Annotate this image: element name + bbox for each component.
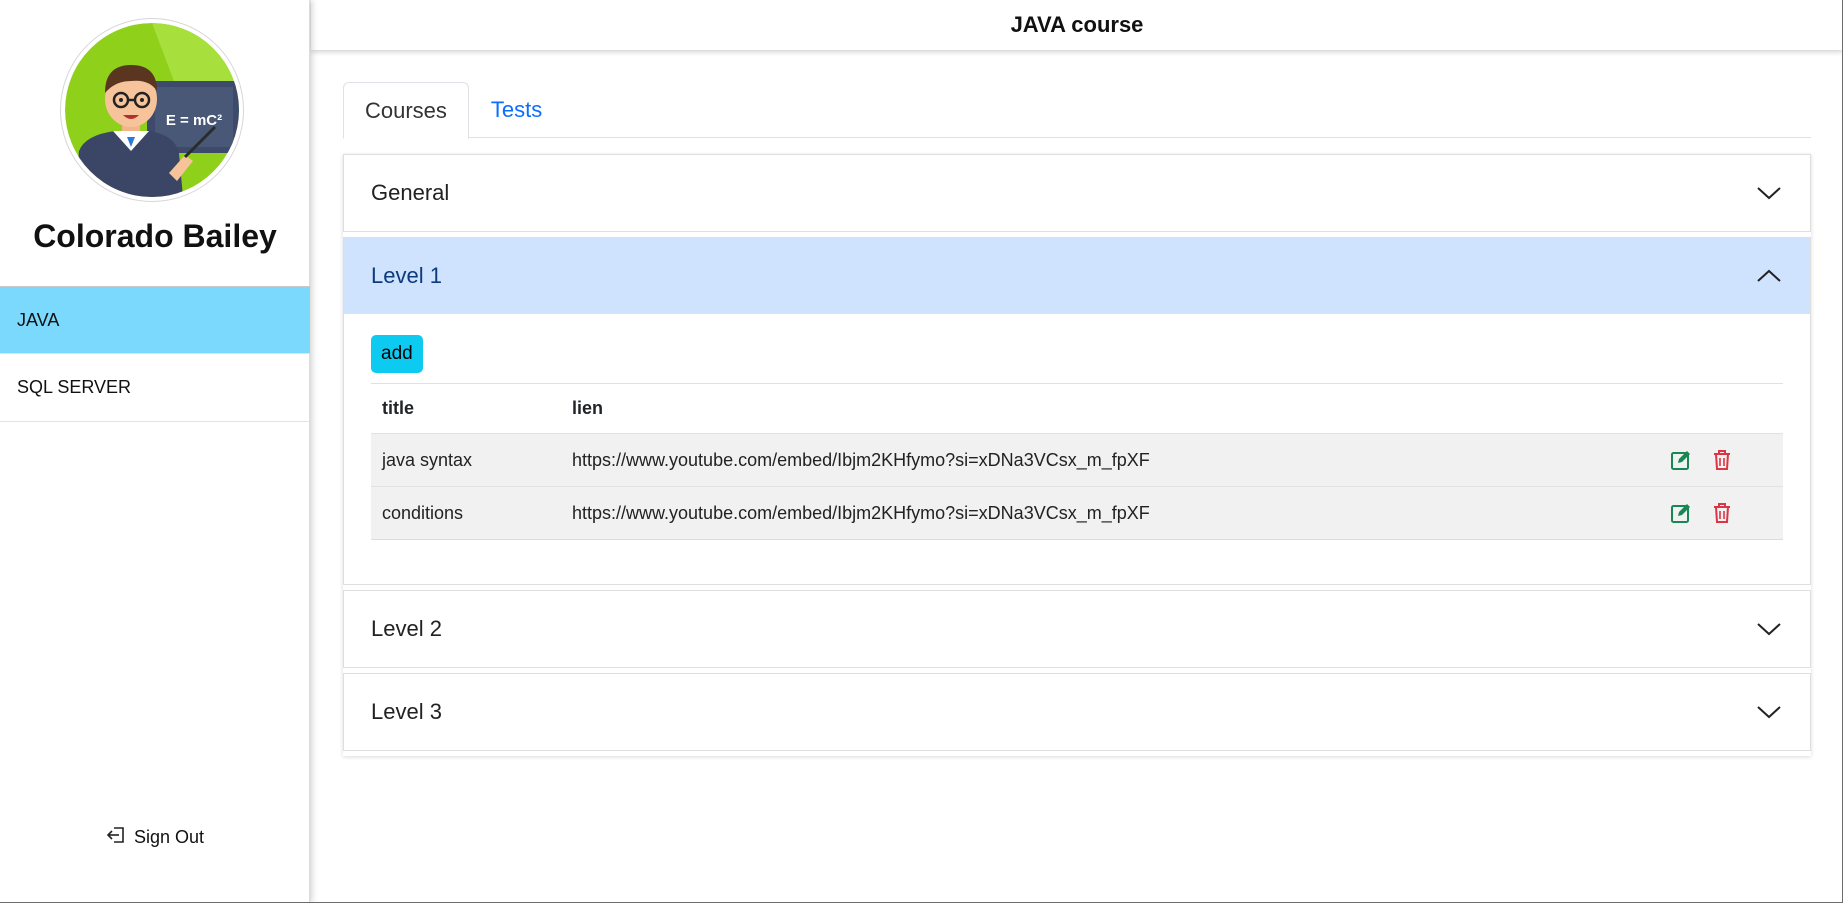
chevron-up-icon [1757, 269, 1781, 282]
courses-table: title lien java syntax https://www.youtu… [371, 383, 1783, 540]
column-header-actions [1609, 383, 1783, 434]
levels-accordion: General Level 1 add title lien java synt… [343, 154, 1811, 756]
column-header-title: title [371, 383, 561, 434]
sidebar-item-sql-server[interactable]: SQL SERVER [0, 354, 310, 422]
table-header-row: title lien [371, 383, 1783, 434]
page-title: JAVA course [1010, 12, 1144, 37]
sidebar-nav: JAVA SQL SERVER [0, 286, 310, 422]
signout-button[interactable]: Sign Out [0, 826, 310, 849]
trash-icon[interactable] [1712, 502, 1734, 524]
cell-actions [1609, 434, 1783, 487]
cell-lien: https://www.youtube.com/embed/Ibjm2KHfym… [572, 449, 1150, 470]
teacher-avatar-icon: E = mC² [65, 23, 239, 197]
sidebar-item-label: JAVA [17, 309, 60, 330]
tab-label: Tests [490, 97, 543, 122]
app-window: E = mC² Colorado Bailey JAVA SQL SERVER … [0, 0, 1843, 903]
sidebar-item-java[interactable]: JAVA [0, 286, 310, 354]
accordion-header-level-2[interactable]: Level 2 [344, 591, 1810, 667]
chevron-down-icon [1757, 706, 1781, 719]
tab-tests[interactable]: Tests [469, 82, 564, 138]
accordion-header-level-1[interactable]: Level 1 [344, 238, 1810, 314]
cell-actions [1609, 487, 1783, 540]
pencil-square-icon[interactable] [1670, 502, 1692, 524]
tab-bar: Courses Tests [343, 82, 1811, 139]
accordion-item-level-3: Level 3 [343, 673, 1811, 751]
tab-label: Courses [365, 97, 447, 123]
add-button[interactable]: add [371, 335, 423, 373]
chevron-down-icon [1757, 623, 1781, 636]
accordion-item-general: General [343, 154, 1811, 232]
avatar-frame: E = mC² [60, 18, 244, 202]
signout-label: Sign Out [133, 827, 205, 847]
accordion-title: Level 3 [371, 699, 442, 724]
row-actions [1620, 502, 1772, 524]
accordion-item-level-1: Level 1 add title lien java syntax https… [343, 237, 1811, 585]
user-name: Colorado Bailey [33, 218, 277, 254]
sidebar-item-label: SQL SERVER [17, 377, 132, 397]
accordion-title: Level 2 [371, 616, 442, 641]
accordion-header-general[interactable]: General [344, 155, 1810, 231]
accordion-title: Level 1 [371, 263, 442, 288]
table-row: java syntax https://www.youtube.com/embe… [371, 433, 1783, 487]
trash-icon[interactable] [1712, 449, 1734, 471]
top-bar: JAVA course [311, 0, 1842, 50]
cell-title: conditions [382, 502, 464, 523]
chevron-down-icon [1757, 187, 1781, 200]
column-header-lien: lien [561, 383, 1609, 434]
avatar: E = mC² [65, 23, 239, 197]
accordion-title: General [371, 180, 450, 205]
cell-title: java syntax [382, 449, 473, 470]
sidebar: E = mC² Colorado Bailey JAVA SQL SERVER … [0, 0, 310, 902]
pencil-square-icon[interactable] [1670, 449, 1692, 471]
accordion-body-level-1: add title lien java syntax https://www.y… [344, 314, 1810, 584]
accordion-item-level-2: Level 2 [343, 590, 1811, 668]
cell-lien: https://www.youtube.com/embed/Ibjm2KHfym… [572, 502, 1150, 523]
box-arrow-left-icon [106, 826, 126, 849]
row-actions [1620, 449, 1772, 471]
accordion-header-level-3[interactable]: Level 3 [344, 674, 1810, 750]
table-row: conditions https://www.youtube.com/embed… [371, 486, 1783, 540]
tab-courses[interactable]: Courses [343, 82, 469, 139]
